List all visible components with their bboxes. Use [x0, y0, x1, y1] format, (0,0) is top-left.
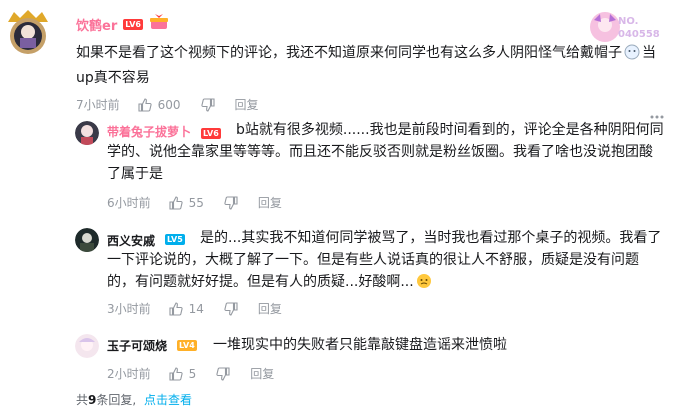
thumbs-up-icon: [169, 195, 183, 210]
thumbs-up-icon: [169, 301, 183, 316]
reply3-username[interactable]: 玉子可颂烧: [107, 337, 167, 354]
main-comment-line2: up真不容易: [76, 70, 150, 86]
reply2-text-line3: 的，有问题就好好提。但是有人的质疑...好酸啊...: [107, 271, 677, 296]
thumbs-down-icon: [200, 97, 215, 112]
reply2-meta: 3小时前 14 回复: [107, 300, 282, 317]
reply2-text-line2: 一下评论说的，大概了解了一下。但是有些人说话真的很让人不舒服，质疑是没有问题: [107, 252, 639, 268]
emoji-face-icon: [624, 44, 640, 67]
main-level-badge: LV6: [123, 18, 143, 30]
reply3-level-badge: LV4: [177, 340, 197, 351]
reply2-text-line3-content: 的，有问题就好好提。但是有人的质疑...好酸啊...: [107, 274, 414, 290]
reply1-level-badge: LV6: [201, 128, 221, 139]
reply1-time: 6小时前: [107, 196, 151, 210]
main-username[interactable]: 饮鹤er: [76, 15, 117, 34]
reply2-level-badge: LV5: [165, 234, 185, 245]
footer-prefix: 共: [76, 393, 89, 407]
fan-badge-no: NO.: [618, 16, 639, 27]
fan-badge-avatar-icon: [590, 12, 620, 42]
reply1-text-line3: 了属于是: [107, 166, 163, 182]
reply1-reply-button[interactable]: 回复: [258, 194, 282, 211]
reply-count-footer: 共9条回复, 点击查看: [76, 391, 192, 408]
reply1-like-count: 55: [188, 195, 204, 210]
main-reply-button[interactable]: 回复: [235, 96, 259, 113]
main-like-count: 600: [157, 97, 181, 112]
reply1-text-line1: b站就有很多视频......我也是前段时间看到的，评论全是各种阴阳何同: [236, 122, 664, 138]
reply2-reply-button[interactable]: 回复: [258, 300, 282, 317]
reply2-dislike-button[interactable]: [224, 301, 238, 316]
main-user-row: 饮鹤er LV6: [76, 14, 169, 34]
fan-badge: NO. 040558: [588, 10, 678, 44]
reply2-time: 3小时前: [107, 302, 151, 316]
reply1-dislike-button[interactable]: [224, 195, 238, 210]
reply1-username[interactable]: 带着兔子拔萝卜: [107, 123, 191, 140]
main-comment-line1: 如果不是看了这个视频下的评论，我还不知道原来何同学也有这么多人阴阳怪气给戴帽子: [76, 45, 622, 61]
thumbs-up-icon: [169, 366, 183, 381]
reply3-meta: 2小时前 5 回复: [107, 365, 274, 382]
thumbs-down-icon: [216, 366, 230, 381]
thumbs-down-icon: [224, 301, 238, 316]
main-time: 7小时前: [76, 98, 120, 112]
main-like-button[interactable]: 600: [138, 98, 181, 112]
reply3-text-line1: 一堆现实中的失败者只能靠敲键盘造谣来泄愤啦: [213, 337, 507, 353]
reply3-avatar[interactable]: [75, 334, 99, 358]
reply2-like-count: 14: [188, 301, 204, 316]
main-meta: 7小时前 600 回复: [76, 96, 259, 113]
reply3-like-count: 5: [188, 366, 197, 381]
thumbs-up-icon: [138, 97, 152, 112]
reply3-reply-button[interactable]: 回复: [250, 365, 274, 382]
reply2-like-button[interactable]: 14: [169, 302, 204, 316]
main-comment-text: 如果不是看了这个视频下的评论，我还不知道原来何同学也有这么多人阴阳怪气给戴帽子当…: [76, 44, 656, 86]
reply1-text-line2: 学的、说他全靠家里等等等。而且还不能反驳否则就是粉丝饭圈。我看了啥也没说抱团酸: [107, 144, 653, 160]
reply2-username[interactable]: 西义安戚: [107, 232, 155, 249]
sour-face-emoji-icon: [416, 273, 432, 296]
reply3-time: 2小时前: [107, 367, 151, 381]
reply1-like-button[interactable]: 55: [169, 196, 204, 210]
reply1-meta: 6小时前 55 回复: [107, 194, 282, 211]
main-dislike-button[interactable]: [200, 97, 215, 112]
reply3-like-button[interactable]: 5: [169, 366, 197, 381]
reply1-avatar[interactable]: [75, 121, 99, 145]
reply2-avatar[interactable]: [75, 228, 99, 252]
thumbs-down-icon: [224, 195, 238, 210]
main-avatar[interactable]: [4, 8, 52, 56]
footer-suffix: 条回复,: [96, 393, 137, 407]
fan-badge-number: 040558: [618, 29, 660, 40]
expand-replies-link[interactable]: 点击查看: [144, 393, 192, 407]
reply2-text-line1: 是的...其实我不知道何同学被骂了，当时我也看过那个桌子的视频。我看了: [200, 230, 662, 246]
vip-gift-icon: [149, 14, 169, 34]
reply3-dislike-button[interactable]: [216, 366, 230, 381]
